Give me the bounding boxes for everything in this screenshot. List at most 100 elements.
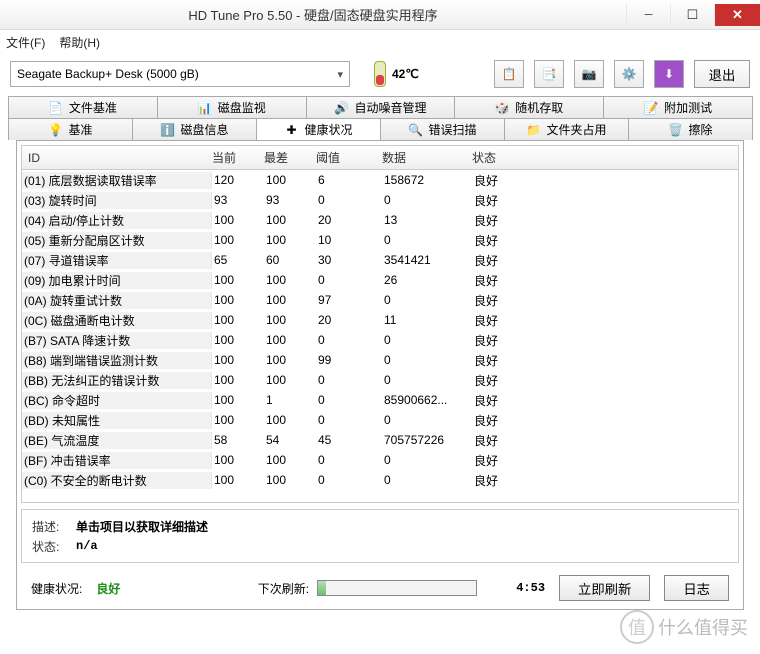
col-header-data[interactable]: 数据 (382, 149, 472, 166)
cell: (BB) 无法纠正的错误计数 (22, 372, 212, 389)
cell: 100 (264, 173, 316, 187)
watermark: 值 什么值得买 (620, 610, 748, 644)
description-value: 单击项目以获取详细描述 (76, 518, 208, 535)
cell: 0 (382, 453, 472, 467)
cell: 100 (212, 373, 264, 387)
table-row[interactable]: (C0) 不安全的断电计数10010000良好 (22, 470, 738, 490)
minimize-button[interactable] (626, 4, 670, 26)
table-row[interactable]: (09) 加电累计时间100100026良好 (22, 270, 738, 290)
cell: 30 (316, 253, 382, 267)
cell: 13 (382, 213, 472, 227)
cell: 0 (382, 413, 472, 427)
table-row[interactable]: (01) 底层数据读取错误率1201006158672良好 (22, 170, 738, 190)
cell: 0 (382, 293, 472, 307)
menu-bar: 文件(F) 帮助(H) (0, 30, 760, 54)
table-body[interactable]: (01) 底层数据读取错误率1201006158672良好(03) 旋转时间93… (22, 170, 738, 502)
tab-随机存取[interactable]: 🎲随机存取 (454, 96, 604, 118)
refresh-now-button[interactable]: 立即刷新 (559, 575, 650, 601)
screenshot-button[interactable]: 📷 (574, 60, 604, 88)
table-header: ID 当前 最差 阈值 数据 状态 (22, 146, 738, 170)
cell: 0 (316, 333, 382, 347)
copy-info-icon: 📑 (542, 67, 556, 81)
table-row[interactable]: (0A) 旋转重试计数100100970良好 (22, 290, 738, 310)
copy-button[interactable]: 📋 (494, 60, 524, 88)
table-row[interactable]: (BB) 无法纠正的错误计数10010000良好 (22, 370, 738, 390)
tab-文件夹占用[interactable]: 📁文件夹占用 (504, 118, 629, 140)
save-button[interactable]: ⬇ (654, 60, 684, 88)
cell: 100 (212, 313, 264, 327)
maximize-button[interactable] (670, 4, 714, 26)
cell: 良好 (472, 192, 552, 209)
tab-错误扫描[interactable]: 🔍错误扫描 (380, 118, 505, 140)
table-row[interactable]: (0C) 磁盘通断电计数1001002011良好 (22, 310, 738, 330)
cell: 45 (316, 433, 382, 447)
toolbar: Seagate Backup+ Desk (5000 gB) 42℃ 📋 📑 📷… (0, 54, 760, 94)
table-row[interactable]: (BF) 冲击错误率10010000良好 (22, 450, 738, 470)
temperature-display: 42℃ (374, 61, 419, 87)
cell: 100 (212, 453, 264, 467)
tab-icon: 📁 (526, 123, 540, 137)
cell: 0 (316, 273, 382, 287)
col-header-status[interactable]: 状态 (472, 149, 552, 166)
cell: 100 (264, 273, 316, 287)
tab-自动噪音管理[interactable]: 🔊自动噪音管理 (306, 96, 456, 118)
status-label: 状态: (32, 538, 76, 555)
cell: 100 (212, 273, 264, 287)
col-header-current[interactable]: 当前 (212, 149, 264, 166)
cell: 85900662... (382, 393, 472, 407)
table-row[interactable]: (07) 寻道错误率6560303541421良好 (22, 250, 738, 270)
cell: 100 (212, 413, 264, 427)
cell: 良好 (472, 452, 552, 469)
tab-擦除[interactable]: 🗑️擦除 (628, 118, 753, 140)
table-row[interactable]: (BD) 未知属性10010000良好 (22, 410, 738, 430)
cell: 良好 (472, 292, 552, 309)
tab-健康状况[interactable]: ✚健康状况 (256, 118, 381, 140)
smart-table: ID 当前 最差 阈值 数据 状态 (01) 底层数据读取错误率12010061… (21, 145, 739, 503)
table-row[interactable]: (B8) 端到端错误监测计数100100990良好 (22, 350, 738, 370)
tab-icon: 🔊 (334, 101, 348, 115)
next-refresh-label: 下次刷新: (258, 580, 309, 597)
thermometer-icon (374, 61, 386, 87)
status-value: n/a (76, 539, 98, 553)
download-icon: ⬇ (662, 67, 676, 81)
cell: (C0) 不安全的断电计数 (22, 472, 212, 489)
cell: 0 (316, 473, 382, 487)
cell: 11 (382, 313, 472, 327)
cell: 100 (264, 313, 316, 327)
table-row[interactable]: (04) 启动/停止计数1001002013良好 (22, 210, 738, 230)
tab-磁盘监视[interactable]: 📊磁盘监视 (157, 96, 307, 118)
tab-磁盘信息[interactable]: ℹ️磁盘信息 (132, 118, 257, 140)
log-button[interactable]: 日志 (664, 575, 729, 601)
cell: 100 (212, 213, 264, 227)
cell: (04) 启动/停止计数 (22, 212, 212, 229)
col-header-threshold[interactable]: 阈值 (316, 149, 382, 166)
options-button[interactable]: ⚙️ (614, 60, 644, 88)
copy-info-button[interactable]: 📑 (534, 60, 564, 88)
close-button[interactable] (714, 4, 760, 26)
drive-select[interactable]: Seagate Backup+ Desk (5000 gB) (10, 61, 350, 87)
table-row[interactable]: (05) 重新分配扇区计数100100100良好 (22, 230, 738, 250)
cell: 良好 (472, 232, 552, 249)
bottom-bar: 健康状况: 良好 下次刷新: 4:53 立即刷新 日志 (21, 563, 739, 601)
tab-label: 附加测试 (664, 99, 712, 116)
cell: 54 (264, 433, 316, 447)
menu-file[interactable]: 文件(F) (6, 34, 45, 51)
cell: 0 (316, 373, 382, 387)
exit-button[interactable]: 退出 (694, 60, 750, 88)
menu-help[interactable]: 帮助(H) (59, 34, 100, 51)
cell: 10 (316, 233, 382, 247)
table-row[interactable]: (BC) 命令超时1001085900662...良好 (22, 390, 738, 410)
cell: 良好 (472, 212, 552, 229)
tab-基准[interactable]: 💡基准 (8, 118, 133, 140)
table-row[interactable]: (BE) 气流温度585445705757226良好 (22, 430, 738, 450)
tab-文件基准[interactable]: 📄文件基准 (8, 96, 158, 118)
col-header-worst[interactable]: 最差 (264, 149, 316, 166)
tab-附加测试[interactable]: 📝附加测试 (603, 96, 753, 118)
table-row[interactable]: (03) 旋转时间939300良好 (22, 190, 738, 210)
col-header-id[interactable]: ID (22, 151, 212, 165)
cell: (BF) 冲击错误率 (22, 452, 212, 469)
gear-icon: ⚙️ (622, 67, 636, 81)
tab-label: 基准 (68, 121, 92, 138)
cell: (B7) SATA 降速计数 (22, 332, 212, 349)
table-row[interactable]: (B7) SATA 降速计数10010000良好 (22, 330, 738, 350)
